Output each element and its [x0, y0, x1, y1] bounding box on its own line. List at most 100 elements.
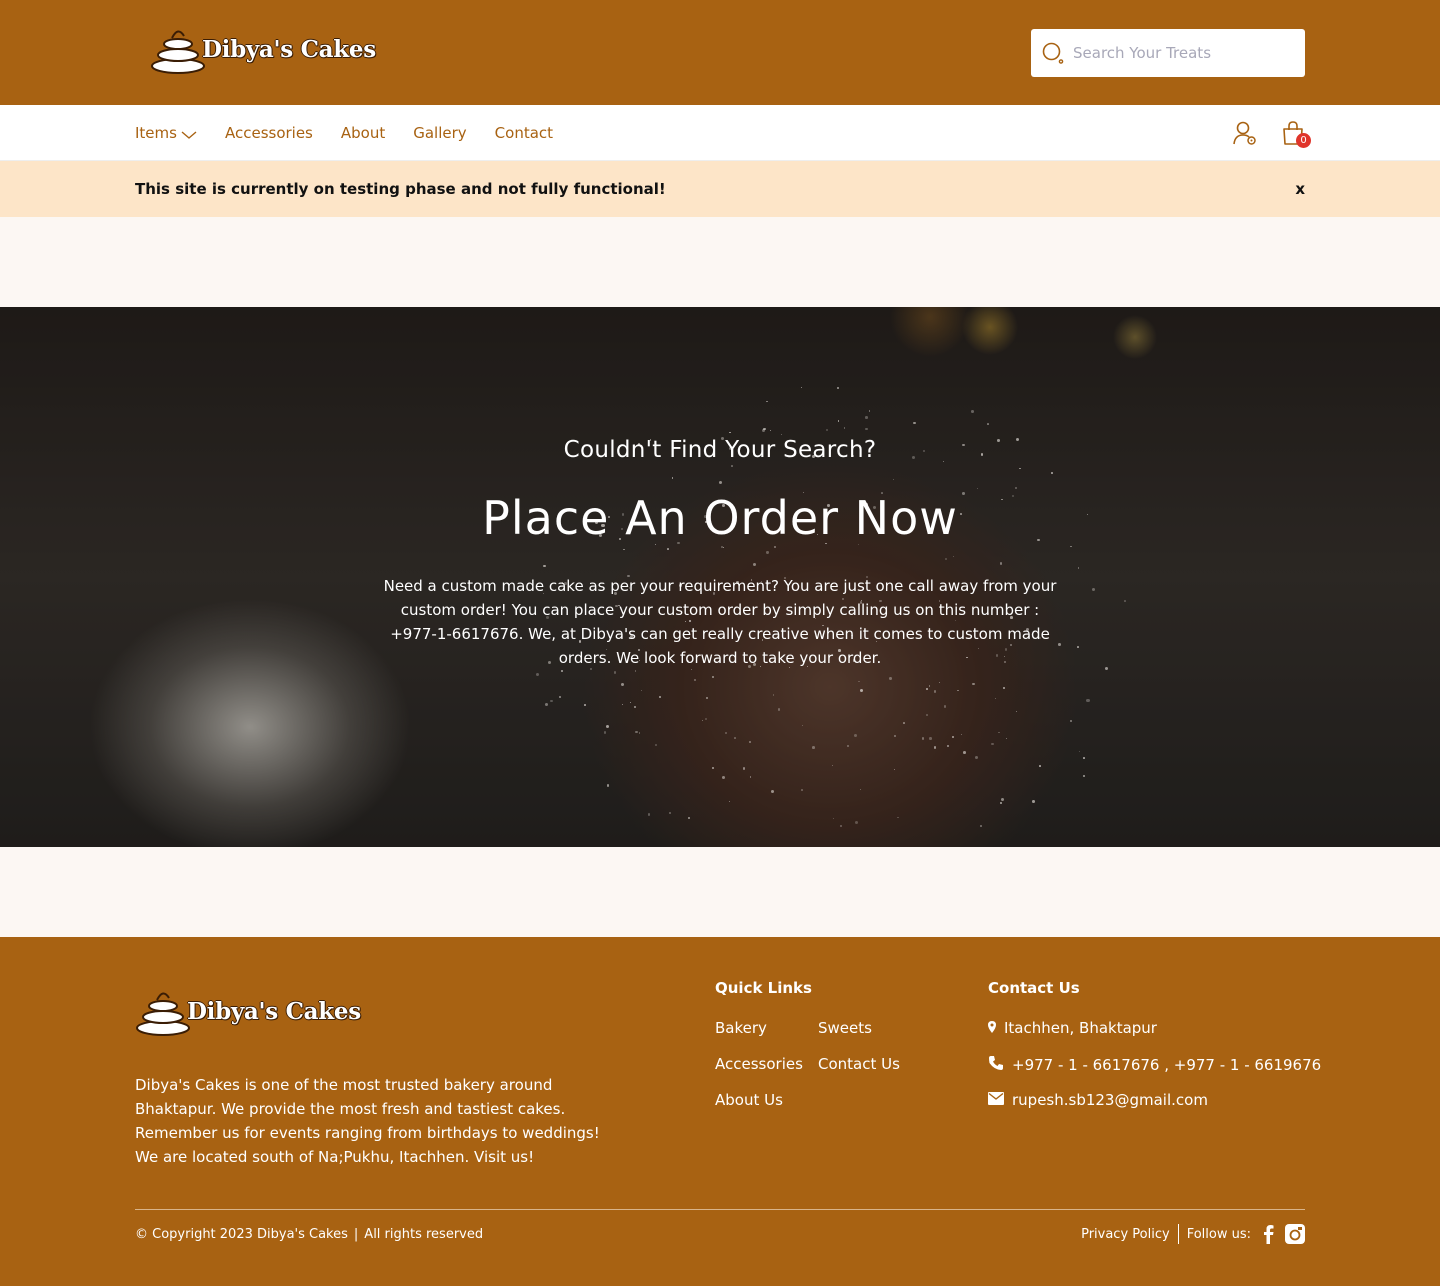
sugar-speckle	[947, 745, 950, 748]
sugar-speckle	[903, 722, 905, 725]
nav-item-about[interactable]: About	[341, 124, 385, 142]
nav-item-label: About	[340, 124, 386, 142]
quick-link-about-us[interactable]: About Us	[715, 1091, 783, 1109]
user-settings-icon[interactable]	[1233, 120, 1257, 146]
nav-item-accessories[interactable]: Accessories	[225, 124, 313, 142]
hero-title: Place An Order Now	[482, 491, 958, 545]
sugar-speckle	[868, 410, 870, 412]
contact-email-text[interactable]: rupesh.sb123@gmail.com	[1012, 1091, 1208, 1109]
sugar-speckle	[858, 680, 860, 683]
sugar-speckle	[765, 400, 768, 403]
sugar-speckle	[606, 784, 610, 787]
sugar-speckle	[938, 681, 941, 683]
hero-description: Need a custom made cake as per your requ…	[383, 577, 1057, 667]
sugar-speckle	[1051, 471, 1054, 474]
location-pin-icon	[988, 1019, 1004, 1037]
sugar-speckle	[729, 800, 731, 803]
sugar-speckle	[621, 683, 625, 687]
instagram-icon[interactable]	[1285, 1224, 1305, 1244]
rights-text: All rights reserved	[364, 1227, 484, 1242]
chevron-down-icon	[181, 126, 197, 144]
sugar-speckle	[658, 696, 662, 699]
sugar-speckle	[987, 422, 990, 425]
sugar-speckle	[1014, 486, 1018, 490]
brand-logo[interactable]: Dibya's Cakes	[150, 22, 376, 76]
sugar-speckle	[800, 789, 803, 792]
footer-links: Privacy Policy Follow us:	[1081, 1224, 1305, 1244]
sugar-speckle	[761, 428, 765, 432]
quick-link-contact-us[interactable]: Contact Us	[818, 1055, 900, 1073]
contact-address: Itachhen, Bhaktapur	[988, 1019, 1157, 1037]
sugar-speckle	[752, 563, 756, 567]
quick-link-accessories[interactable]: Accessories	[715, 1055, 803, 1073]
sugar-speckle	[769, 430, 771, 432]
sugar-speckle	[584, 704, 586, 706]
sugar-speckle	[1078, 567, 1080, 569]
sugar-speckle	[929, 737, 932, 740]
sugar-speckle	[846, 744, 849, 748]
search-input[interactable]	[1073, 44, 1293, 62]
footer-logo[interactable]: Dibya's Cakes	[135, 984, 361, 1038]
quick-link-sweets[interactable]: Sweets	[818, 1019, 872, 1037]
notice-close-button[interactable]: x	[1295, 161, 1305, 217]
sugar-speckle	[1092, 587, 1096, 591]
sugar-speckle	[655, 744, 657, 746]
sugar-speckle	[926, 713, 928, 716]
contact-title: Contact Us	[988, 979, 1080, 997]
contact-phone: +977 - 1 - 6617676 , +977 - 1 - 6619676	[988, 1055, 1321, 1075]
sugar-speckle	[921, 737, 924, 740]
contact-phone-text[interactable]: +977 - 1 - 6617676 , +977 - 1 - 6619676	[1012, 1056, 1321, 1074]
notice-text: This site is currently on testing phase …	[135, 180, 666, 198]
sugar-speckle	[998, 731, 1001, 734]
sugar-speckle	[894, 769, 896, 771]
sugar-speckle	[837, 387, 839, 390]
sugar-speckle	[1039, 765, 1042, 768]
sugar-speckle	[952, 555, 954, 557]
sugar-speckle	[972, 683, 975, 686]
sugar-speckle	[603, 731, 607, 734]
sugar-speckle	[837, 420, 840, 422]
sugar-speckle	[635, 730, 638, 734]
sugar-speckle	[944, 557, 947, 561]
search-icon[interactable]	[1041, 41, 1065, 65]
facebook-icon[interactable]	[1261, 1224, 1275, 1244]
follow-us-label: Follow us:	[1186, 1226, 1251, 1242]
sugar-speckle	[711, 766, 715, 769]
sugar-speckle	[742, 767, 746, 770]
nav-item-gallery[interactable]: Gallery	[413, 124, 466, 142]
sugar-speckle	[934, 746, 937, 749]
sugar-speckle	[734, 737, 736, 739]
sugar-speckle	[1002, 687, 1005, 690]
sugar-speckle	[951, 736, 954, 739]
sugar-speckle	[1083, 757, 1085, 759]
sugar-speckle	[550, 699, 553, 703]
sugar-speckle	[971, 409, 974, 413]
sugar-speckle	[1069, 720, 1072, 723]
sugar-speckle	[860, 689, 864, 693]
cart-count-badge: 0	[1296, 133, 1311, 148]
sugar-speckle	[559, 696, 561, 698]
sugar-speckle	[606, 724, 610, 728]
sugar-speckle	[667, 548, 669, 550]
sugar-speckle	[801, 725, 804, 727]
sugar-speckle	[994, 697, 997, 700]
top-header: Dibya's Cakes	[0, 0, 1440, 105]
sugar-speckle	[855, 821, 859, 825]
shopping-bag-icon[interactable]: 0	[1281, 120, 1311, 148]
sugar-speckle	[1082, 774, 1085, 777]
sugar-speckle	[770, 790, 774, 794]
nav-item-items[interactable]: Items	[135, 122, 197, 144]
sugar-speckle	[1019, 467, 1022, 470]
nav-item-label: Gallery	[413, 124, 467, 142]
sugar-speckle	[621, 704, 623, 706]
sugar-speckle	[749, 776, 752, 778]
quick-link-bakery[interactable]: Bakery	[715, 1019, 767, 1037]
nav-item-contact[interactable]: Contact	[495, 124, 553, 142]
sugar-speckle	[647, 813, 650, 816]
sugar-speckle	[999, 802, 1003, 805]
sugar-speckle	[960, 733, 962, 736]
sugar-speckle	[975, 756, 979, 760]
privacy-policy-link[interactable]: Privacy Policy	[1081, 1227, 1170, 1242]
mail-icon	[988, 1091, 1012, 1109]
sugar-speckle	[889, 677, 893, 681]
